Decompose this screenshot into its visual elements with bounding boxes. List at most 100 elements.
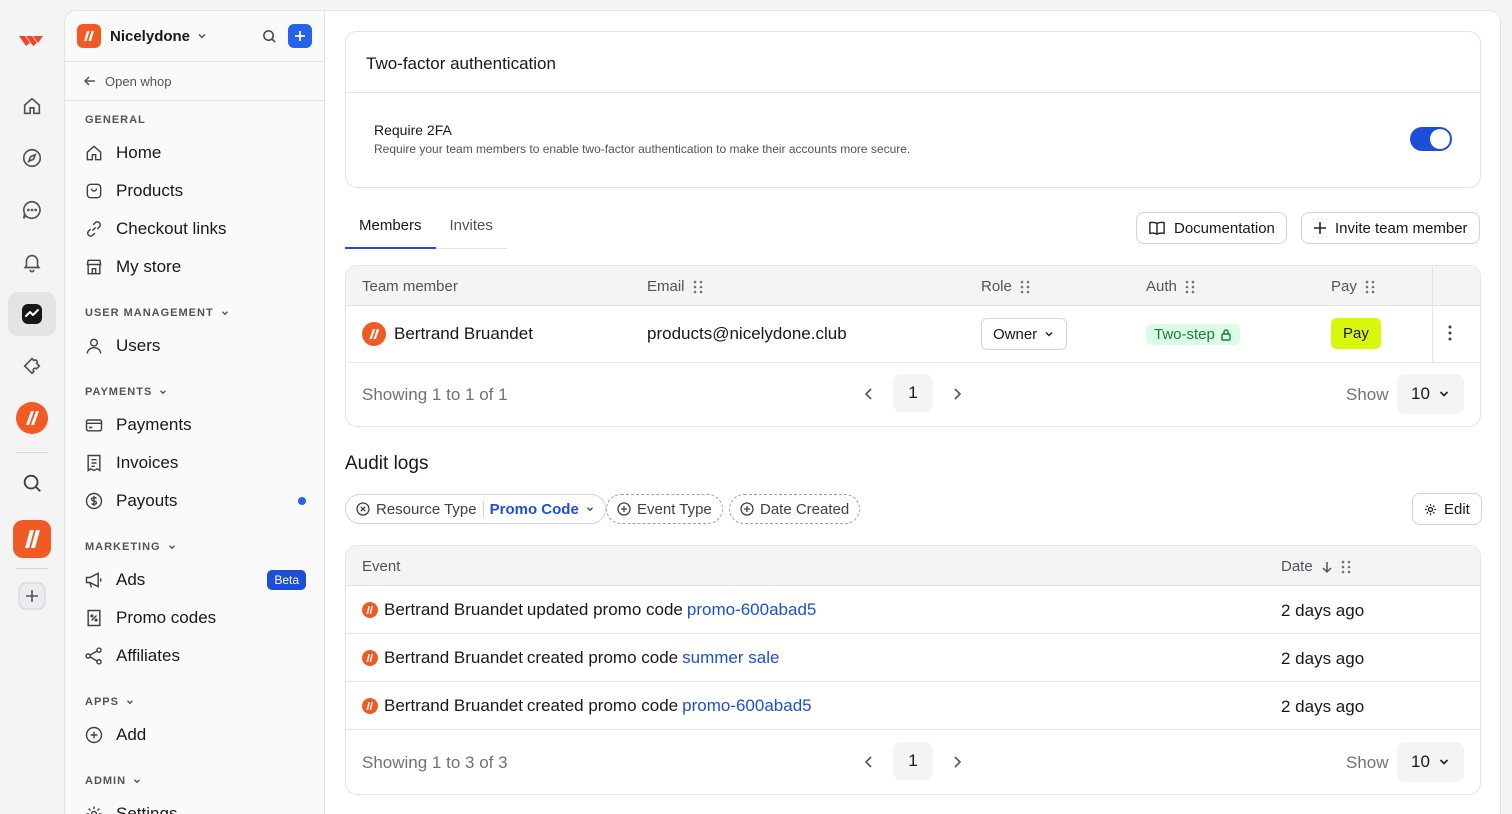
page-size-select[interactable]: 10 (1397, 374, 1464, 414)
share-icon (83, 645, 105, 667)
plus-circle-icon (740, 502, 754, 516)
chevron-right-icon[interactable] (952, 755, 962, 769)
puzzle-icon[interactable] (8, 344, 56, 388)
dollar-icon (83, 490, 105, 512)
sidebar-item-invoices[interactable]: Invoices (83, 448, 306, 478)
more-icon[interactable] (1448, 325, 1452, 341)
sidebar-item-ads[interactable]: Ads Beta (83, 565, 306, 595)
pay-button[interactable]: Pay (1331, 318, 1381, 349)
chevron-down-icon (221, 311, 228, 316)
event-target-link[interactable]: summer sale (682, 648, 779, 668)
drag-handle-icon (1365, 280, 1375, 293)
col-email[interactable]: Email (647, 278, 703, 295)
section-admin[interactable]: ADMIN (85, 775, 142, 787)
whop-logo-icon[interactable] (8, 18, 56, 62)
chevron-left-icon[interactable] (864, 387, 874, 401)
plus-circle-icon (83, 724, 105, 746)
open-whop-link[interactable]: Open whop (65, 61, 324, 101)
book-icon (1149, 221, 1165, 236)
chevron-left-icon[interactable] (864, 755, 874, 769)
notification-dot (298, 497, 306, 505)
two-factor-card: Two-factor authentication Require 2FA Re… (345, 31, 1481, 188)
plus-circle-icon (617, 502, 631, 516)
section-apps[interactable]: APPS (85, 696, 135, 708)
row-divider (346, 681, 1480, 682)
lock-icon (1221, 329, 1231, 341)
bell-icon[interactable] (8, 240, 56, 284)
event-date: 2 days ago (1281, 697, 1365, 716)
app-rail (0, 0, 64, 814)
sidebar-item-home[interactable]: Home (83, 138, 306, 168)
col-role[interactable]: Role (981, 278, 1030, 295)
divider (346, 92, 1480, 93)
member-name: Bertrand Bruandet (394, 324, 533, 343)
col-team-member: Team member (362, 278, 458, 295)
sidebar-header: Nicelydone (65, 11, 324, 61)
sidebar-item-promo-codes[interactable]: Promo codes (83, 603, 306, 633)
sidebar-item-checkout-links[interactable]: Checkout links (83, 214, 306, 244)
rail-divider (16, 568, 48, 569)
require-2fa-toggle[interactable] (1410, 127, 1452, 151)
ticket-percent-icon (83, 607, 105, 629)
sidebar-item-add[interactable]: Add (83, 720, 306, 750)
filter-date-created[interactable]: Date Created (729, 494, 861, 524)
avatar (362, 698, 378, 714)
section-user-management[interactable]: USER MANAGEMENT (85, 307, 230, 319)
avatar (362, 322, 386, 346)
sidebar-item-label: Affiliates (116, 646, 180, 665)
documentation-label: Documentation (1174, 219, 1275, 237)
edit-columns-button[interactable]: Edit (1412, 493, 1482, 525)
brand-logo-icon[interactable] (77, 24, 101, 48)
event-date: 2 days ago (1281, 601, 1365, 620)
plus-icon[interactable] (8, 574, 56, 618)
compass-icon[interactable] (8, 136, 56, 180)
col-auth[interactable]: Auth (1146, 278, 1195, 295)
home-icon[interactable] (8, 84, 56, 128)
beta-badge: Beta (267, 570, 306, 590)
brand-name[interactable]: Nicelydone (110, 28, 190, 45)
role-select[interactable]: Owner (981, 318, 1068, 350)
create-button[interactable] (288, 24, 312, 48)
dashboard-icon[interactable] (8, 292, 56, 336)
event-target-link[interactable]: promo-600abad5 (687, 600, 816, 620)
sidebar-item-payouts[interactable]: Payouts (83, 486, 306, 516)
documentation-button[interactable]: Documentation (1136, 212, 1287, 244)
page-number[interactable]: 1 (893, 742, 933, 780)
page-size-select[interactable]: 10 (1397, 742, 1464, 782)
page-number[interactable]: 1 (893, 374, 933, 412)
sidebar-item-products[interactable]: Products (83, 176, 306, 206)
link-icon (83, 218, 105, 240)
sidebar-item-affiliates[interactable]: Affiliates (83, 641, 306, 671)
search-icon[interactable] (262, 29, 277, 44)
filter-resource-type[interactable]: Resource Type Promo Code (345, 494, 606, 524)
event-target-link[interactable]: promo-600abad5 (682, 696, 811, 716)
sidebar-item-payments[interactable]: Payments (83, 410, 306, 440)
event-cell: Bertrand Bruandet created promo code pro… (362, 696, 812, 716)
audit-pagination-summary: Showing 1 to 3 of 3 (362, 753, 508, 772)
credit-card-icon (83, 414, 105, 436)
require-2fa-label: Require 2FA (374, 122, 452, 138)
col-pay[interactable]: Pay (1331, 278, 1375, 295)
chevron-down-icon (134, 779, 141, 784)
plus-icon (1314, 222, 1326, 234)
section-marketing[interactable]: MARKETING (85, 541, 177, 553)
chat-icon[interactable] (8, 188, 56, 232)
whop-store-icon[interactable] (8, 396, 56, 440)
col-date[interactable]: Date (1281, 558, 1351, 575)
filter-event-type[interactable]: Event Type (606, 494, 723, 524)
section-payments[interactable]: PAYMENTS (85, 386, 168, 398)
chevron-down-icon (126, 700, 133, 705)
sidebar-item-users[interactable]: Users (83, 331, 306, 361)
sidebar-item-settings[interactable]: Settings (83, 799, 306, 814)
invite-team-member-button[interactable]: Invite team member (1301, 212, 1480, 244)
chevron-right-icon[interactable] (952, 387, 962, 401)
tab-members[interactable]: Members (345, 215, 436, 249)
sidebar-item-label: Checkout links (116, 219, 227, 238)
sidebar-item-my-store[interactable]: My store (83, 252, 306, 282)
chevron-down-icon[interactable] (196, 30, 208, 42)
avatar (362, 602, 378, 618)
tab-invites[interactable]: Invites (436, 215, 507, 249)
sidebar-item-label: Users (116, 336, 161, 355)
search-icon[interactable] (8, 461, 56, 505)
nicelydone-logo-icon[interactable] (8, 517, 56, 561)
